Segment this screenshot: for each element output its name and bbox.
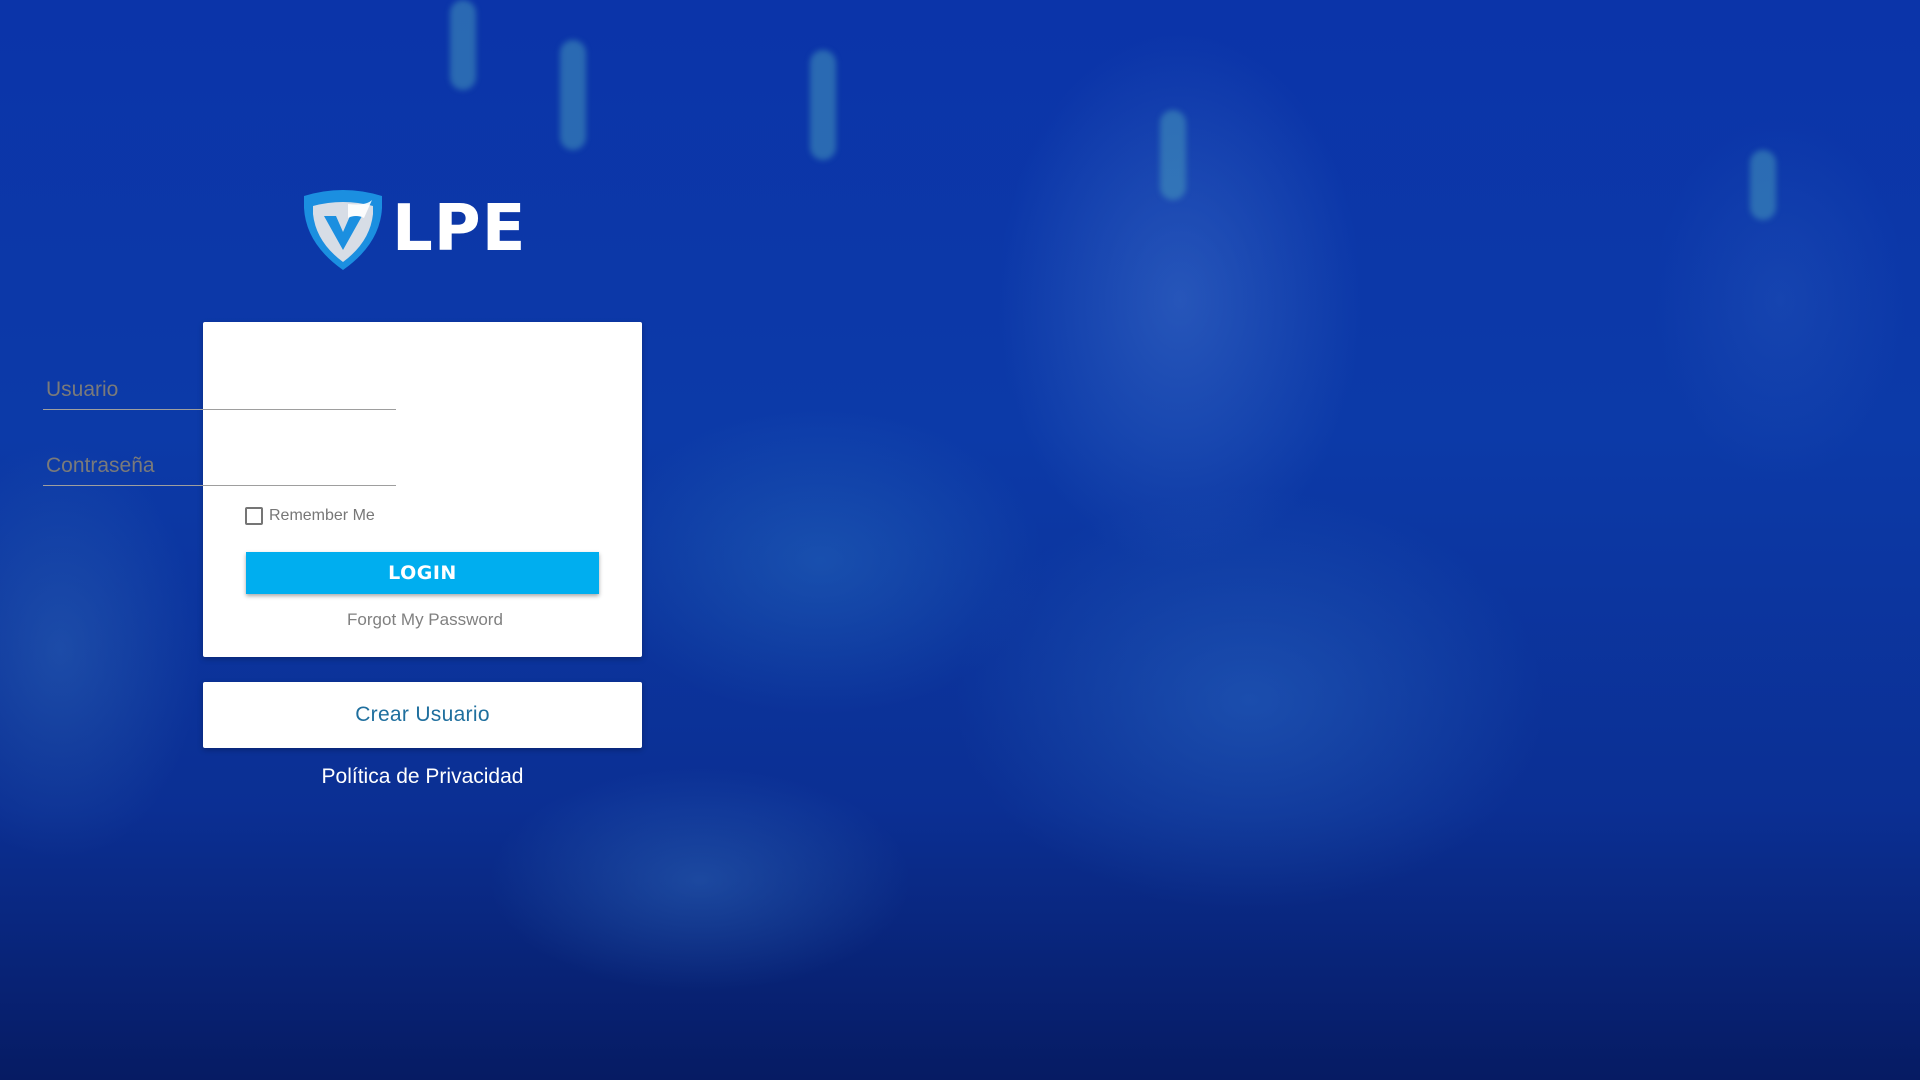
login-button[interactable]: LOGIN [246,552,599,594]
remember-me-label: Remember Me [269,507,375,524]
shield-logo-icon [300,186,386,272]
remember-me-checkbox[interactable] [245,507,263,525]
create-user-label: Crear Usuario [355,703,490,726]
forgot-password-link[interactable]: Forgot My Password [203,610,647,630]
brand-logo: LPE [300,186,530,272]
username-field[interactable] [43,370,396,410]
privacy-policy-link[interactable]: Política de Privacidad [203,765,642,789]
password-field[interactable] [43,446,396,486]
create-user-button[interactable]: Crear Usuario [203,682,642,748]
logo-text: LPE [392,192,527,266]
remember-me[interactable]: Remember Me [245,505,375,527]
